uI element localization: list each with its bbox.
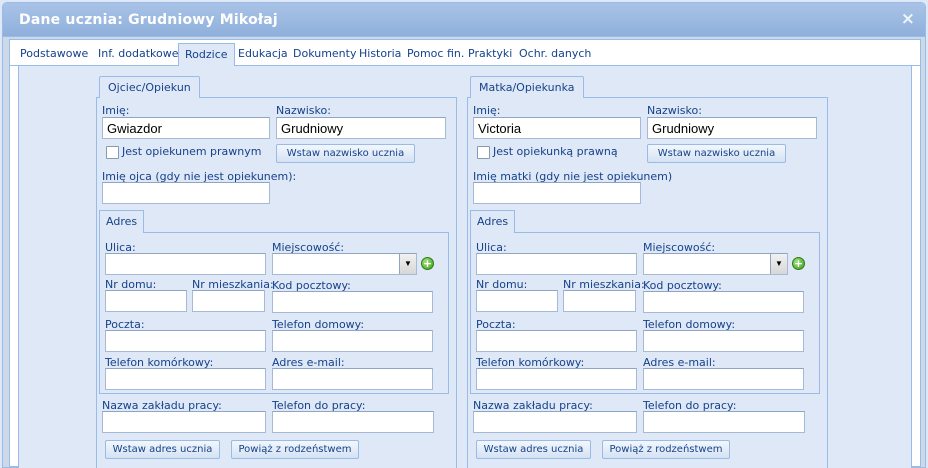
father-postal-code-input[interactable]: [272, 291, 433, 313]
father-street-input[interactable]: [105, 253, 266, 275]
tab-ochr-danych[interactable]: Ochr. danych: [517, 46, 593, 66]
father-guardian-checkbox[interactable]: [106, 146, 119, 159]
mother-guardian-checkbox[interactable]: [477, 146, 490, 159]
window-title: Dane ucznia: Grudniowy Mikołaj: [19, 12, 278, 28]
father-link-sibling-button[interactable]: Powiąż z rodzeństwem: [231, 440, 359, 459]
father-mobile-phone-input[interactable]: [105, 368, 266, 390]
father-flat-no-input[interactable]: [192, 290, 265, 312]
father-guardian-label: Jest opiekunem prawnym: [122, 145, 262, 158]
mother-postal-code-input[interactable]: [643, 291, 804, 313]
window-body: Podstawowe Inf. dodatkowe Rodzice Edukac…: [9, 39, 921, 468]
mother-street-input[interactable]: [476, 253, 637, 275]
father-first-name-input[interactable]: Gwiazdor: [102, 117, 270, 139]
mother-parent-name-input[interactable]: [473, 182, 641, 204]
mother-work-phone-input[interactable]: [643, 411, 805, 433]
father-home-phone-input[interactable]: [272, 330, 433, 352]
father-house-no-input[interactable]: [105, 290, 187, 312]
father-last-name-label: Nazwisko:: [276, 104, 331, 117]
tab-strip: Podstawowe Inf. dodatkowe Rodzice Edukac…: [10, 40, 920, 67]
father-work-phone-input[interactable]: [272, 411, 434, 433]
father-parent-name-input[interactable]: [102, 182, 270, 204]
father-workplace-input[interactable]: [102, 411, 266, 433]
tab-inf-dodatkowe[interactable]: Inf. dodatkowe: [96, 46, 181, 66]
mother-first-name-label: Imię:: [473, 104, 501, 117]
window-titlebar[interactable]: Dane ucznia: Grudniowy Mikołaj ×: [3, 3, 925, 37]
father-insert-address-button[interactable]: Wstaw adres ucznia: [105, 440, 220, 459]
father-post-office-input[interactable]: [105, 330, 266, 352]
tab-podstawowe[interactable]: Podstawowe: [18, 46, 90, 66]
mother-guardian-label: Jest opiekunką prawną: [493, 145, 618, 158]
mother-last-name-label: Nazwisko:: [647, 104, 702, 117]
father-address-tab[interactable]: Adres: [99, 210, 145, 233]
tab-praktyki[interactable]: Praktyki: [466, 46, 514, 66]
tab-dokumenty[interactable]: Dokumenty: [291, 46, 358, 66]
mother-mobile-phone-input[interactable]: [476, 368, 637, 390]
tab-rodzice[interactable]: Rodzice: [178, 43, 235, 67]
mother-house-no-input[interactable]: [476, 290, 558, 312]
father-city-combo[interactable]: ▼: [272, 253, 417, 275]
mother-workplace-input[interactable]: [473, 411, 637, 433]
tab-edukacja[interactable]: Edukacja: [236, 46, 290, 66]
mother-city-combo[interactable]: ▼: [643, 253, 788, 275]
mother-insert-surname-button[interactable]: Wstaw nazwisko ucznia: [647, 144, 786, 163]
mother-home-phone-input[interactable]: [643, 330, 804, 352]
mother-post-office-input[interactable]: [476, 330, 637, 352]
mother-first-name-input[interactable]: Victoria: [473, 117, 641, 139]
parents-panel: Ojciec/Opiekun Imię: Gwiazdor Nazwisko: …: [18, 66, 912, 468]
tab-historia[interactable]: Historia: [357, 46, 403, 66]
mother-flat-no-input[interactable]: [563, 290, 636, 312]
father-email-input[interactable]: [272, 368, 433, 390]
father-section: Ojciec/Opiekun Imię: Gwiazdor Nazwisko: …: [96, 66, 457, 468]
add-city-icon[interactable]: +: [421, 257, 434, 270]
close-icon[interactable]: ×: [901, 9, 915, 29]
mother-section: Matka/Opiekunka Imię: Victoria Nazwisko:…: [467, 66, 828, 468]
chevron-down-icon[interactable]: ▼: [399, 254, 416, 274]
student-data-window: Dane ucznia: Grudniowy Mikołaj × Podstaw…: [2, 2, 926, 468]
father-tab[interactable]: Ojciec/Opiekun: [99, 76, 200, 98]
mother-link-sibling-button[interactable]: Powiąż z rodzeństwem: [602, 440, 730, 459]
father-insert-surname-button[interactable]: Wstaw nazwisko ucznia: [276, 144, 415, 163]
mother-email-input[interactable]: [643, 368, 804, 390]
father-first-name-label: Imię:: [102, 104, 130, 117]
mother-last-name-input[interactable]: Grudniowy: [647, 117, 817, 139]
add-city-icon[interactable]: +: [792, 257, 805, 270]
father-last-name-input[interactable]: Grudniowy: [276, 117, 446, 139]
mother-address-tab[interactable]: Adres: [470, 210, 516, 233]
mother-tab[interactable]: Matka/Opiekunka: [470, 76, 584, 98]
chevron-down-icon[interactable]: ▼: [770, 254, 787, 274]
tab-pomoc-fin[interactable]: Pomoc fin.: [405, 46, 466, 66]
mother-insert-address-button[interactable]: Wstaw adres ucznia: [476, 440, 591, 459]
